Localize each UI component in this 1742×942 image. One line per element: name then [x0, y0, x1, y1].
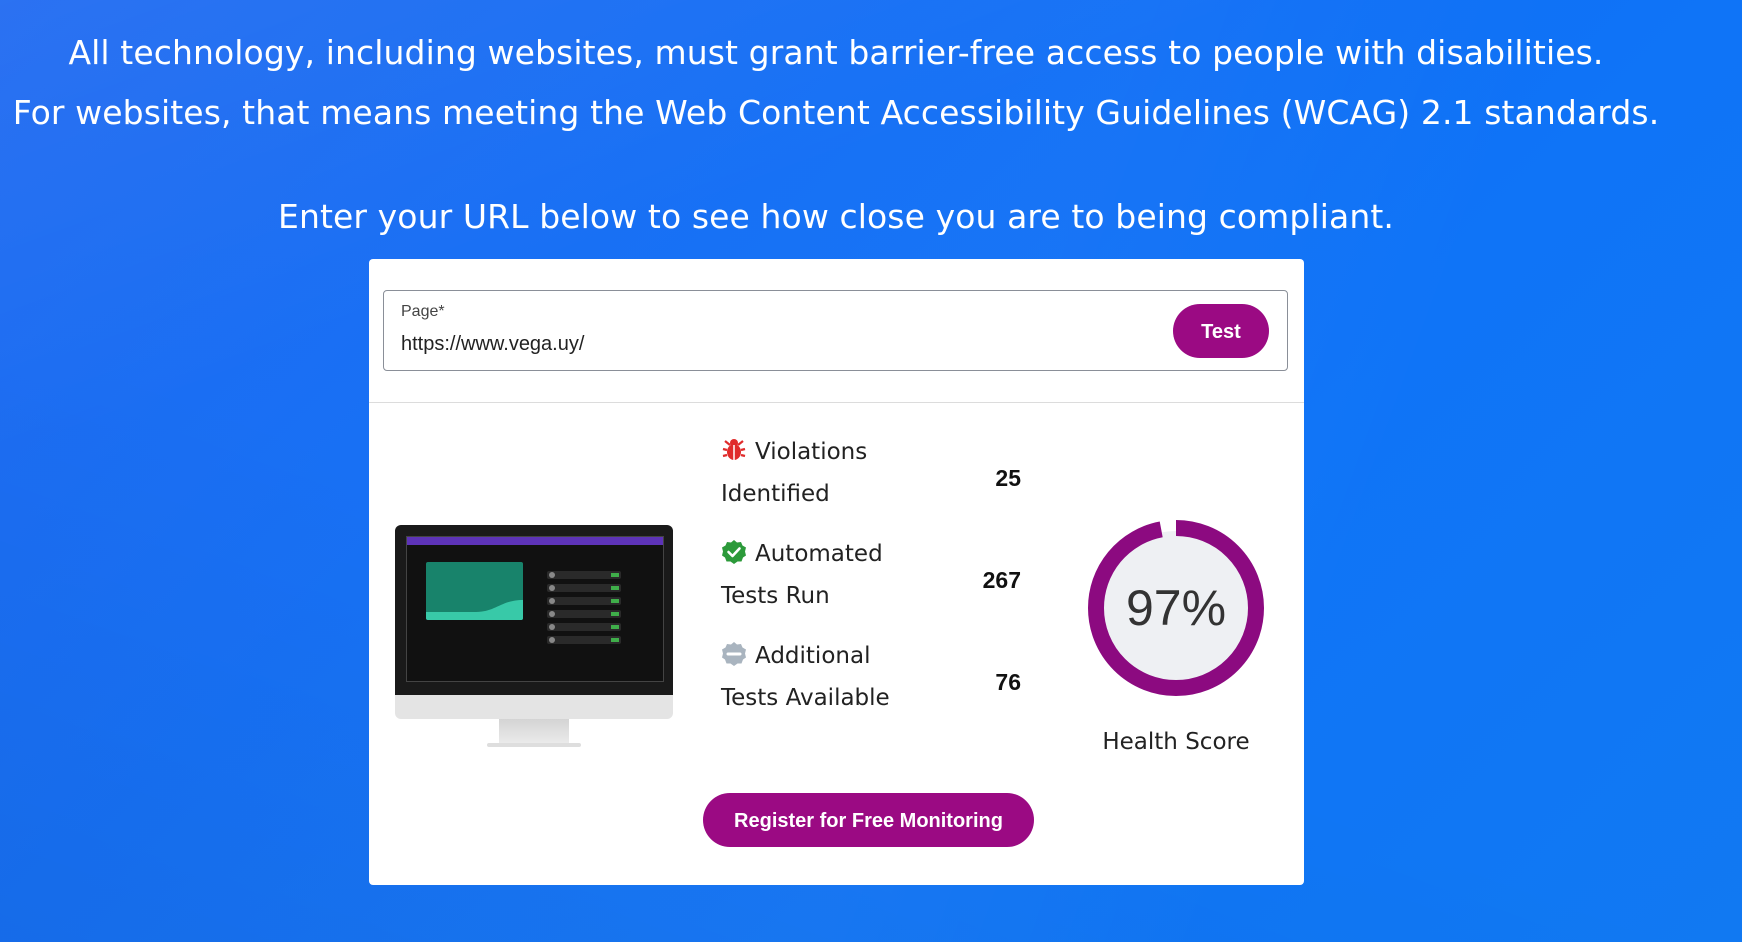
stat-violations-label-2: Identified	[721, 481, 830, 507]
stat-additional-label-2: Tests Available	[721, 685, 890, 711]
bug-icon	[721, 435, 747, 461]
stat-automated-label-2: Tests Run	[721, 583, 830, 609]
intro-line-3: Enter your URL below to see how close yo…	[278, 197, 1394, 236]
stat-violations-value: 25	[995, 465, 1021, 491]
stat-automated-value: 267	[982, 567, 1021, 593]
stat-automated-label-1: Automated	[755, 541, 883, 567]
stat-additional-value: 76	[995, 669, 1021, 695]
url-field-label: Page*	[401, 303, 445, 320]
stat-violations-label-1: Violations	[755, 439, 868, 465]
stat-additional-label-1: Additional	[755, 643, 871, 669]
url-input[interactable]: https://www.vega.uy/	[401, 333, 584, 356]
stat-automated-tests: Automated Tests Run 267	[721, 533, 1021, 623]
health-score-gauge: 97%	[1086, 518, 1266, 698]
intro-line-2: For websites, that means meeting the Web…	[12, 93, 1660, 132]
health-score-value: 97%	[1125, 580, 1227, 636]
intro-line-1: All technology, including websites, must…	[68, 33, 1604, 72]
stat-violations: Violations Identified 25	[721, 431, 1021, 521]
required-marker: *	[438, 303, 445, 320]
scan-card: Page* https://www.vega.uy/ Test Violatio…	[369, 259, 1304, 885]
test-button[interactable]: Test	[1173, 304, 1269, 358]
register-button[interactable]: Register for Free Monitoring	[703, 793, 1034, 847]
divider	[369, 402, 1304, 403]
minus-circle-icon	[721, 639, 747, 666]
monitor-illustration	[395, 525, 675, 765]
health-score-label: Health Score	[1102, 729, 1250, 755]
stat-additional-tests: Additional Tests Available 76	[721, 635, 1021, 725]
url-field[interactable]: Page* https://www.vega.uy/ Test	[383, 290, 1288, 371]
check-circle-icon	[721, 537, 747, 564]
